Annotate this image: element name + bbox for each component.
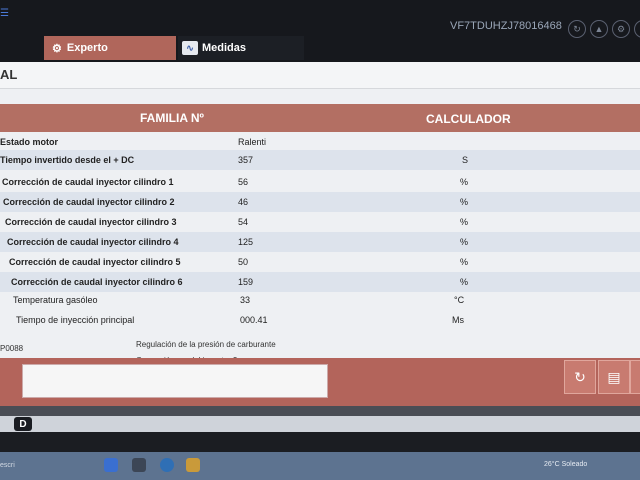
bottom-action-bar: ↻ ▤ bbox=[0, 358, 640, 406]
param-value: 125 bbox=[238, 237, 254, 247]
fault-code: P0088 bbox=[0, 344, 24, 353]
table-row: Corrección de caudal inyector cilindro 2… bbox=[0, 192, 640, 212]
table-row: Temperatura gasóleo 33 °C bbox=[0, 290, 640, 310]
table-header: FAMILIA Nº CALCULADOR bbox=[0, 104, 640, 132]
panel-title: AL bbox=[0, 67, 18, 82]
param-value: 000.41 bbox=[240, 315, 268, 325]
column-calculador: CALCULADOR bbox=[426, 112, 511, 126]
report-icon: ▤ bbox=[607, 368, 621, 385]
windows-start-icon[interactable] bbox=[104, 458, 118, 472]
param-name: Corrección de caudal inyector cilindro 3 bbox=[5, 217, 177, 227]
table-row: Estado motor Ralenti bbox=[0, 132, 640, 152]
table-row: Tiempo invertido desde el + DC 357 S bbox=[0, 150, 640, 170]
diag-bar: D bbox=[0, 416, 640, 432]
taskview-icon[interactable] bbox=[132, 458, 146, 472]
weather-widget[interactable]: 26°C Soleado bbox=[544, 461, 587, 468]
toolbar-icons: ↻ ▲ ⚙ ? bbox=[568, 20, 640, 38]
refresh-button[interactable]: ↻ bbox=[564, 360, 596, 394]
table-row: Corrección de caudal inyector cilindro 1… bbox=[0, 172, 640, 192]
table-row: Corrección de caudal inyector cilindro 3… bbox=[0, 212, 640, 232]
param-name: Corrección de caudal inyector cilindro 5 bbox=[9, 257, 181, 267]
param-value: 54 bbox=[238, 217, 249, 227]
settings-icon[interactable]: ⚙ bbox=[612, 20, 630, 38]
vin-label: VF7TDUHZJ78016468 bbox=[450, 20, 562, 32]
param-name: Corrección de caudal inyector cilindro 1 bbox=[2, 177, 174, 187]
param-unit: % bbox=[460, 217, 469, 227]
param-value: 56 bbox=[238, 177, 249, 187]
diagbox-logo-icon[interactable]: D bbox=[14, 417, 32, 431]
refresh-icon: ↻ bbox=[574, 368, 586, 385]
alert-icon[interactable]: ▲ bbox=[590, 20, 608, 38]
browser-icon[interactable] bbox=[160, 458, 174, 472]
param-value: Ralenti bbox=[238, 137, 267, 147]
param-value: 159 bbox=[238, 277, 254, 287]
status-bar bbox=[0, 406, 640, 416]
menu-icon[interactable]: ☰ bbox=[0, 9, 10, 19]
top-bar: ☰ ⚙ Experto ∿ Medidas VF7TDUHZJ78016468 … bbox=[0, 0, 640, 62]
tab-experto-label: Experto bbox=[66, 42, 108, 54]
param-name: Tiempo invertido desde el + DC bbox=[0, 155, 135, 165]
taskbar-search[interactable]: escri bbox=[0, 462, 15, 469]
explorer-icon[interactable] bbox=[186, 458, 200, 472]
tab-experto[interactable]: ⚙ Experto bbox=[44, 36, 176, 60]
param-value: 357 bbox=[238, 155, 254, 165]
param-name: Tiempo de inyección principal bbox=[16, 315, 135, 325]
param-name: Temperatura gasóleo bbox=[13, 295, 98, 305]
param-unit: % bbox=[460, 257, 469, 267]
table-row: Corrección de caudal inyector cilindro 4… bbox=[0, 232, 640, 252]
panel-titlebar: AL bbox=[0, 62, 640, 89]
more-button[interactable] bbox=[630, 360, 640, 394]
param-value: 33 bbox=[240, 295, 251, 305]
table-row: Corrección de caudal inyector cilindro 6… bbox=[0, 272, 640, 292]
fault-label[interactable]: Regulación de la presión de carburante bbox=[136, 340, 276, 349]
waveform-icon: ∿ bbox=[182, 41, 198, 55]
param-name: Corrección de caudal inyector cilindro 2 bbox=[3, 197, 175, 207]
tab-medidas-label: Medidas bbox=[202, 42, 247, 54]
param-unit: S bbox=[462, 155, 469, 165]
param-unit: % bbox=[460, 277, 469, 287]
param-value: 46 bbox=[238, 197, 249, 207]
param-unit: % bbox=[460, 237, 469, 247]
param-unit: Ms bbox=[452, 315, 464, 325]
param-unit: % bbox=[460, 177, 469, 187]
screen-bezel bbox=[0, 432, 640, 452]
gears-icon: ⚙ bbox=[52, 42, 62, 55]
param-name: Estado motor bbox=[0, 137, 59, 147]
param-unit: % bbox=[460, 197, 469, 207]
report-button[interactable]: ▤ bbox=[598, 360, 630, 394]
tab-medidas[interactable]: ∿ Medidas bbox=[178, 36, 304, 60]
table-row: Tiempo de inyección principal 000.41 Ms bbox=[0, 310, 640, 330]
info-icon[interactable]: ? bbox=[634, 20, 640, 38]
refresh-icon[interactable]: ↻ bbox=[568, 20, 586, 38]
param-name: Corrección de caudal inyector cilindro 4 bbox=[7, 237, 179, 247]
column-familia: FAMILIA Nº bbox=[140, 111, 204, 125]
table-row: Corrección de caudal inyector cilindro 5… bbox=[0, 252, 640, 272]
param-value: 50 bbox=[238, 257, 249, 267]
taskbar: escri 26°C Soleado bbox=[0, 452, 640, 480]
comment-textbox[interactable] bbox=[22, 364, 328, 398]
param-name: Corrección de caudal inyector cilindro 6 bbox=[11, 277, 183, 287]
param-unit: °C bbox=[454, 295, 465, 305]
